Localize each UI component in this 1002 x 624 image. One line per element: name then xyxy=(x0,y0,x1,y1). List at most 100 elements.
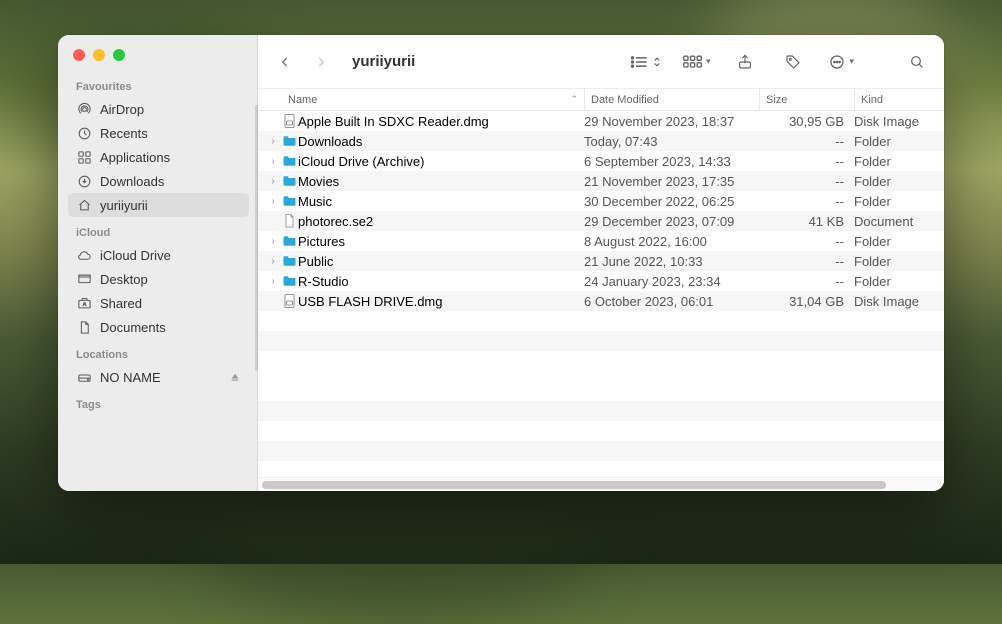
file-kind: Folder xyxy=(854,194,944,209)
file-row[interactable]: › DownloadsToday, 07:43--Folder xyxy=(258,131,944,151)
airdrop-icon xyxy=(76,101,92,117)
file-name: Apple Built In SDXC Reader.dmg xyxy=(298,114,584,129)
sidebar-item-no-name[interactable]: NO NAME xyxy=(68,365,249,389)
disclosure-triangle-icon[interactable]: › xyxy=(266,176,280,187)
doc-icon xyxy=(280,214,298,228)
file-date: 24 January 2023, 23:34 xyxy=(584,274,759,289)
shared-icon xyxy=(76,295,92,311)
file-date: 6 October 2023, 06:01 xyxy=(584,294,759,309)
clock-icon xyxy=(76,125,92,141)
folder-icon xyxy=(280,155,298,167)
group-by-button[interactable]: ▾ xyxy=(683,55,711,69)
file-row[interactable]: photorec.se229 December 2023, 07:0941 KB… xyxy=(258,211,944,231)
file-row[interactable]: ›Music30 December 2022, 06:25--Folder xyxy=(258,191,944,211)
file-date: Today, 07:43 xyxy=(584,134,759,149)
sidebar-section-icloud: iCloud xyxy=(68,217,249,243)
file-date: 8 August 2022, 16:00 xyxy=(584,234,759,249)
column-headers[interactable]: Name ⌃ Date Modified Size Kind xyxy=(258,89,944,111)
file-date: 21 June 2022, 10:33 xyxy=(584,254,759,269)
sidebar-item-label: Documents xyxy=(100,320,166,335)
action-menu-button[interactable]: ▾ xyxy=(828,53,854,71)
sidebar-scrollbar[interactable] xyxy=(255,105,258,371)
disclosure-triangle-icon[interactable]: › xyxy=(266,136,280,147)
file-kind: Folder xyxy=(854,274,944,289)
traffic-lights xyxy=(58,35,257,61)
sidebar-item-yuriiyurii[interactable]: yuriiyurii xyxy=(68,193,249,217)
file-row[interactable]: ›Pictures8 August 2022, 16:00--Folder xyxy=(258,231,944,251)
download-icon xyxy=(76,173,92,189)
file-kind: Disk Image xyxy=(854,294,944,309)
file-size: -- xyxy=(759,254,854,269)
file-kind: Folder xyxy=(854,174,944,189)
sidebar-item-label: Shared xyxy=(100,296,142,311)
fullscreen-window-button[interactable] xyxy=(113,49,125,61)
sidebar-item-desktop[interactable]: Desktop xyxy=(68,267,249,291)
column-kind[interactable]: Kind xyxy=(854,89,944,110)
file-row[interactable]: Apple Built In SDXC Reader.dmg29 Novembe… xyxy=(258,111,944,131)
file-row[interactable]: › iCloud Drive (Archive)6 September 2023,… xyxy=(258,151,944,171)
file-kind: Disk Image xyxy=(854,114,944,129)
close-window-button[interactable] xyxy=(73,49,85,61)
doc-icon xyxy=(76,319,92,335)
file-list[interactable]: Apple Built In SDXC Reader.dmg29 Novembe… xyxy=(258,111,944,477)
sidebar-item-airdrop[interactable]: AirDrop xyxy=(68,97,249,121)
column-size[interactable]: Size xyxy=(759,89,854,110)
sidebar: Favourites AirDrop Recents Applications … xyxy=(58,35,258,491)
column-date[interactable]: Date Modified xyxy=(584,89,759,110)
view-mode-list-button[interactable] xyxy=(630,55,661,69)
sidebar-item-documents[interactable]: Documents xyxy=(68,315,249,339)
file-date: 29 December 2023, 07:09 xyxy=(584,214,759,229)
sidebar-item-label: NO NAME xyxy=(100,370,161,385)
folder-icon xyxy=(280,275,298,287)
file-name: Downloads xyxy=(298,134,584,149)
sidebar-item-recents[interactable]: Recents xyxy=(68,121,249,145)
disclosure-triangle-icon[interactable]: › xyxy=(266,236,280,247)
cloud-icon xyxy=(76,247,92,263)
sidebar-item-label: AirDrop xyxy=(100,102,144,117)
file-name: Movies xyxy=(298,174,584,189)
file-row[interactable]: USB FLASH DRIVE.dmg6 October 2023, 06:01… xyxy=(258,291,944,311)
folder-icon xyxy=(280,175,298,187)
file-row[interactable]: ›Public21 June 2022, 10:33--Folder xyxy=(258,251,944,271)
column-name[interactable]: Name ⌃ xyxy=(288,94,584,106)
sidebar-item-icloud-drive[interactable]: iCloud Drive xyxy=(68,243,249,267)
scrollbar-thumb[interactable] xyxy=(262,481,886,489)
file-name: photorec.se2 xyxy=(298,214,584,229)
file-date: 6 September 2023, 14:33 xyxy=(584,154,759,169)
forward-button[interactable] xyxy=(308,48,334,76)
file-kind: Folder xyxy=(854,134,944,149)
file-name: Pictures xyxy=(298,234,584,249)
file-size: 41 KB xyxy=(759,214,854,229)
file-size: -- xyxy=(759,154,854,169)
file-date: 29 November 2023, 18:37 xyxy=(584,114,759,129)
tags-button[interactable] xyxy=(780,48,806,76)
sidebar-item-downloads[interactable]: Downloads xyxy=(68,169,249,193)
sidebar-item-label: Desktop xyxy=(100,272,148,287)
main-pane: yuriiyurii ▾ xyxy=(258,35,944,491)
disclosure-triangle-icon[interactable]: › xyxy=(266,276,280,287)
file-size: -- xyxy=(759,194,854,209)
file-name: iCloud Drive (Archive) xyxy=(298,154,584,169)
file-row[interactable]: ›Movies21 November 2023, 17:35--Folder xyxy=(258,171,944,191)
disclosure-triangle-icon[interactable]: › xyxy=(266,256,280,267)
desktop-icon xyxy=(76,271,92,287)
disclosure-triangle-icon[interactable]: › xyxy=(266,156,280,167)
search-button[interactable] xyxy=(904,48,930,76)
sidebar-item-shared[interactable]: Shared xyxy=(68,291,249,315)
minimize-window-button[interactable] xyxy=(93,49,105,61)
disclosure-triangle-icon[interactable]: › xyxy=(266,196,280,207)
window-title: yuriiyurii xyxy=(352,53,415,70)
horizontal-scrollbar[interactable] xyxy=(258,477,944,491)
back-button[interactable] xyxy=(272,48,298,76)
home-icon xyxy=(76,197,92,213)
share-button[interactable] xyxy=(732,48,758,76)
sidebar-item-applications[interactable]: Applications xyxy=(68,145,249,169)
eject-icon[interactable] xyxy=(229,371,241,383)
file-size: -- xyxy=(759,134,854,149)
sidebar-item-label: Downloads xyxy=(100,174,164,189)
dmg-icon xyxy=(280,114,298,128)
file-kind: Document xyxy=(854,214,944,229)
sort-asc-icon: ⌃ xyxy=(570,94,578,105)
file-kind: Folder xyxy=(854,234,944,249)
file-row[interactable]: ›R-Studio24 January 2023, 23:34--Folder xyxy=(258,271,944,291)
